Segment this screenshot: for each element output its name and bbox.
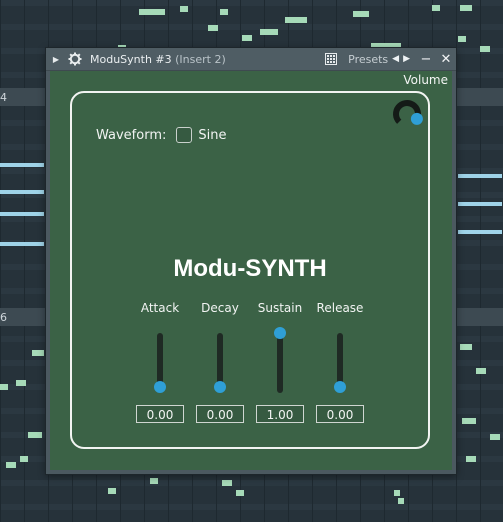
attack-slider-thumb[interactable]	[154, 381, 166, 393]
sustain-slider-thumb[interactable]	[274, 327, 286, 339]
gear-icon[interactable]	[66, 51, 84, 67]
attack-slider-group: Attack 0.00	[130, 301, 190, 423]
release-value-field[interactable]: 0.00	[316, 405, 364, 423]
synth-title: Modu-SYNTH	[173, 255, 327, 282]
minimize-button[interactable]: −	[416, 52, 436, 67]
attack-value-field[interactable]: 0.00	[136, 405, 184, 423]
waveform-row: Waveform: Sine	[96, 127, 226, 143]
window-title-name: ModuSynth #3	[90, 52, 172, 66]
decay-label: Decay	[201, 301, 239, 315]
decay-slider-group: Decay 0.00	[190, 301, 250, 423]
sustain-slider-group: Sustain 1.00	[250, 301, 310, 423]
sustain-value-field[interactable]: 1.00	[256, 405, 304, 423]
volume-knob-handle[interactable]	[410, 112, 423, 125]
chevron-left-icon[interactable]: ◀	[392, 54, 399, 64]
grid-icon[interactable]	[322, 51, 340, 67]
sustain-slider-track[interactable]	[277, 333, 283, 393]
expand-arrow-icon[interactable]: ▶	[46, 55, 66, 64]
volume-label: Volume	[403, 73, 448, 87]
release-slider-group: Release 0.00	[310, 301, 370, 423]
synth-panel: Waveform: Sine Modu-SYNTH Attack 0.00 Deca…	[70, 91, 430, 449]
bar-label-4: 4	[0, 91, 7, 104]
window-title: ModuSynth #3 (Insert 2)	[90, 53, 226, 66]
release-label: Release	[316, 301, 364, 315]
sine-checkbox[interactable]	[176, 127, 193, 143]
decay-value-field[interactable]: 0.00	[196, 405, 244, 423]
window-title-insert: (Insert 2)	[175, 52, 226, 66]
window-titlebar[interactable]: ▶ ModuSynth #3 (Insert 2) Presets ◀ ▶ − …	[46, 48, 456, 71]
sustain-label: Sustain	[257, 301, 303, 315]
chevron-right-icon[interactable]: ▶	[403, 54, 410, 64]
presets-button[interactable]: Presets	[348, 53, 388, 66]
waveform-label: Waveform:	[96, 127, 167, 143]
bar-label-6: 6	[0, 311, 7, 324]
release-slider-thumb[interactable]	[334, 381, 346, 393]
close-button[interactable]: ✕	[436, 52, 456, 67]
plugin-window: ▶ ModuSynth #3 (Insert 2) Presets ◀ ▶ − …	[46, 48, 456, 474]
plugin-body: Volume Waveform: Sine Modu-SYNTH Attack 0…	[50, 71, 452, 470]
attack-label: Attack	[140, 301, 180, 315]
sine-option-label: Sine	[198, 127, 227, 143]
decay-slider-thumb[interactable]	[214, 381, 226, 393]
volume-knob[interactable]	[390, 97, 424, 131]
